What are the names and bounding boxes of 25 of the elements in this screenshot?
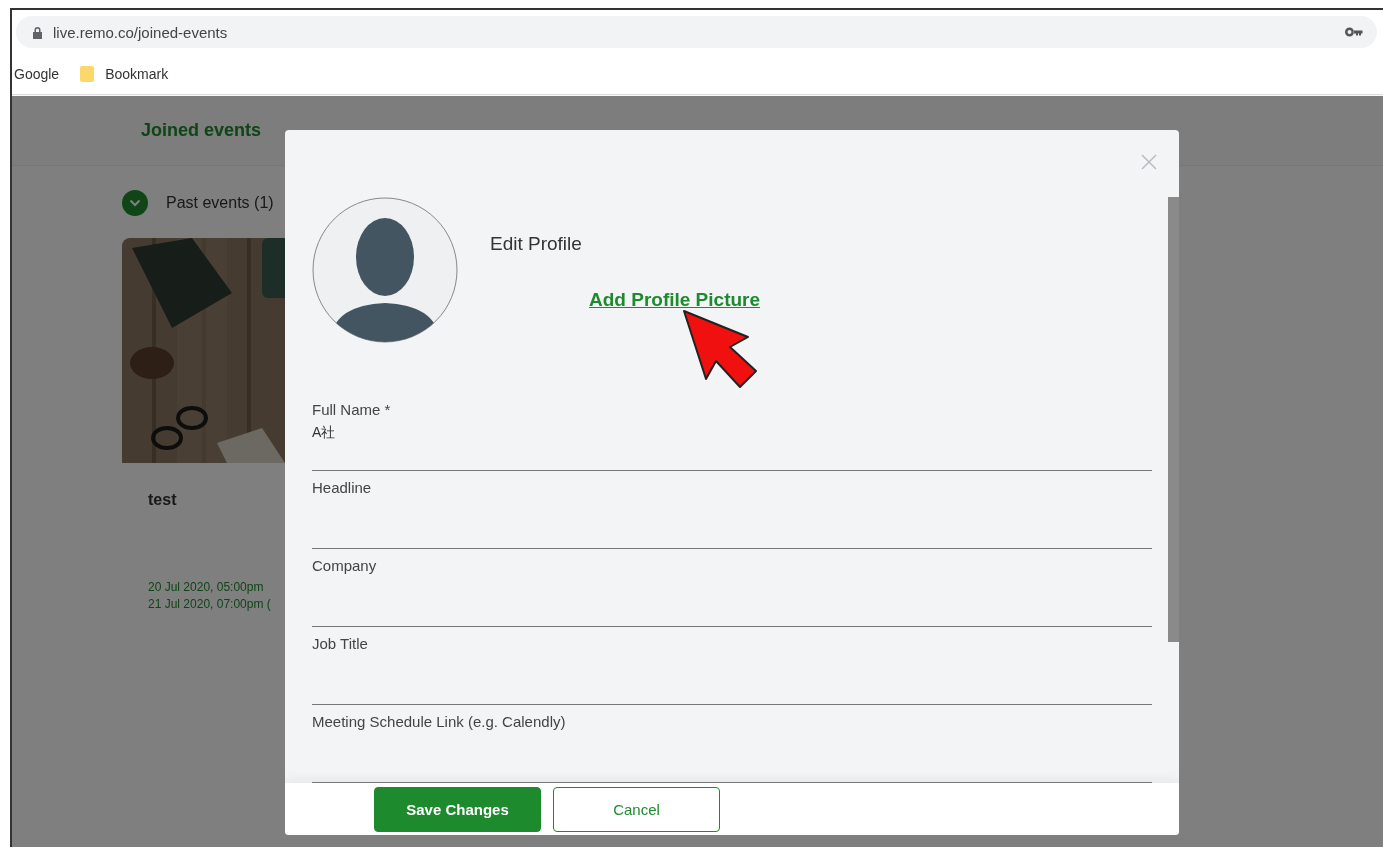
folder-icon <box>79 65 96 83</box>
event-name: test <box>148 491 178 510</box>
bookmark-link[interactable]: Google <box>14 66 60 82</box>
section-label[interactable]: Past events (1) <box>166 194 274 212</box>
field-label: Job Title <box>312 635 369 652</box>
dialog-title: Edit Profile <box>490 233 583 255</box>
field-label: Meeting Schedule Link (e.g. Calendly) <box>312 713 567 730</box>
address-bar[interactable]: live.remo.co/joined-events <box>16 16 1377 48</box>
text-field[interactable]: A社 <box>312 418 1152 471</box>
chevron-icon[interactable] <box>122 190 148 216</box>
page-title: Joined events <box>141 119 262 141</box>
field-label: Full Name * <box>312 401 392 418</box>
field-label: Headline <box>312 479 373 496</box>
close-button[interactable] <box>1139 152 1159 172</box>
event-date: 20 Jul 2020, 05:00pm <box>148 579 265 596</box>
key-icon[interactable] <box>1345 27 1363 37</box>
save-button[interactable]: Save Changes <box>374 786 541 832</box>
bookmark-link[interactable]: Bookmark <box>105 66 169 82</box>
scrollbar[interactable] <box>1168 197 1179 642</box>
cancel-button[interactable]: Cancel <box>553 786 720 832</box>
add-picture-link[interactable]: Add Profile Picture <box>589 289 761 311</box>
avatar-icon <box>312 197 458 343</box>
event-date: 21 Jul 2020, 07:00pm ( <box>148 596 272 613</box>
lock-icon <box>32 25 43 39</box>
field-label: Company <box>312 557 378 574</box>
